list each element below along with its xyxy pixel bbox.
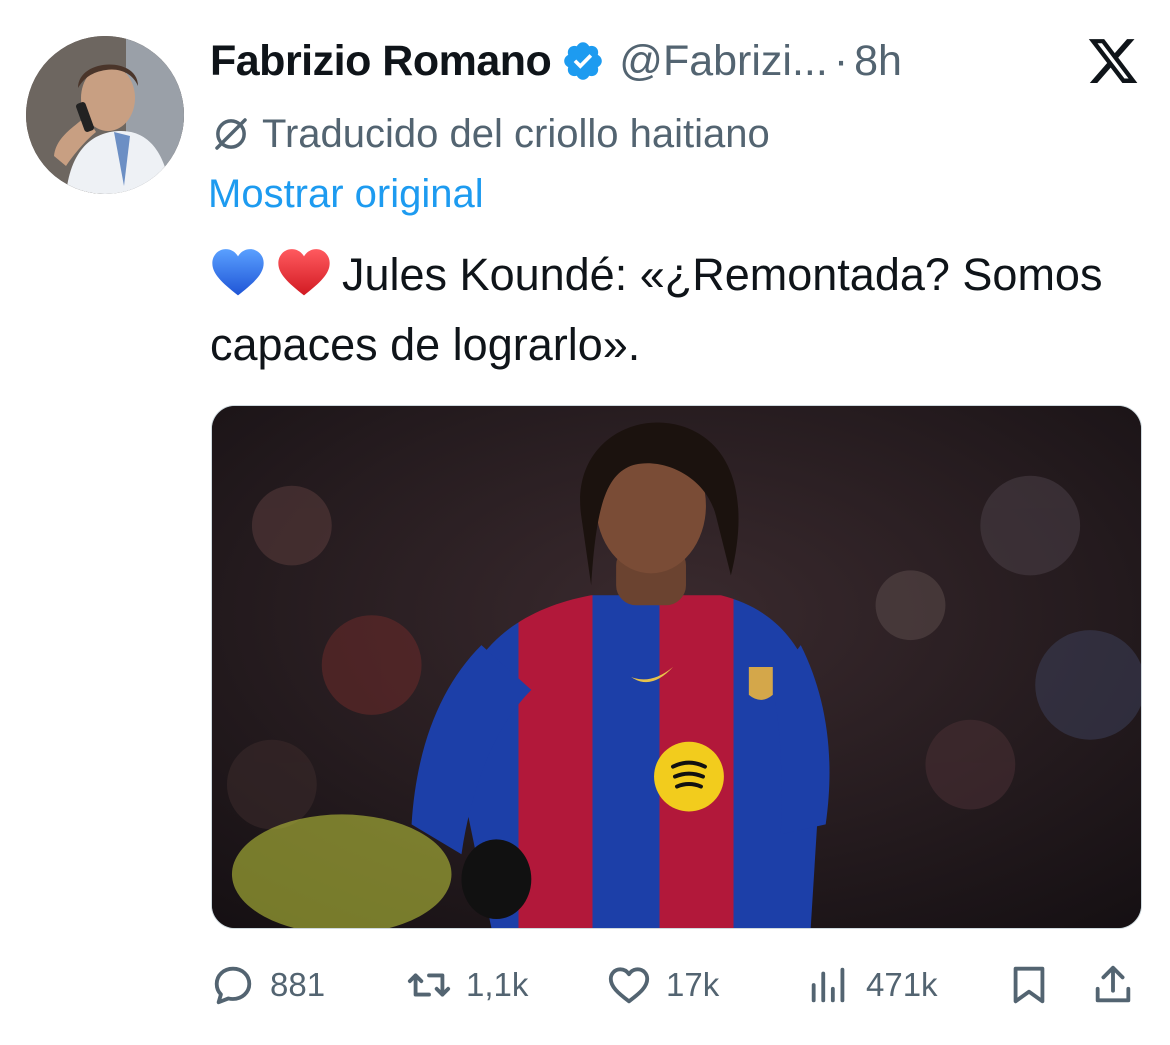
bookmark-icon [1013, 966, 1045, 1004]
blue-heart-icon [212, 249, 264, 296]
avatar-photo [26, 36, 184, 194]
verified-badge-icon[interactable] [561, 39, 605, 83]
separator-dot: · [833, 36, 849, 85]
tweet-media-photo[interactable] [211, 405, 1142, 929]
player-photo [212, 406, 1141, 928]
share-button[interactable] [1090, 955, 1136, 1015]
translation-notice: Traducido del criollo haitiano [210, 108, 770, 160]
views-button[interactable]: 471k [806, 955, 938, 1015]
heart-icon [608, 967, 650, 1004]
author-avatar[interactable] [26, 36, 184, 194]
reply-button[interactable]: 881 [210, 955, 325, 1015]
author-handle[interactable]: @Fabrizi... [619, 37, 828, 86]
red-heart-icon [278, 249, 330, 296]
views-chart-icon [811, 967, 845, 1003]
author-name[interactable]: Fabrizio Romano [210, 37, 552, 86]
tweet-header: Fabrizio Romano @Fabrizi... · 8h [210, 30, 1150, 92]
translation-notice-text: Traducido del criollo haitiano [262, 111, 770, 156]
tweet-body: Jules Koundé: «¿Remontada? Somos capaces… [210, 240, 1150, 380]
share-icon [1095, 965, 1131, 1003]
views-count: 471k [866, 966, 938, 1003]
reply-count: 881 [270, 966, 326, 1003]
show-original-link[interactable]: Mostrar original [208, 172, 484, 217]
retweet-button[interactable]: 1,1k [406, 955, 528, 1015]
tweet-text: Jules Koundé: «¿Remontada? Somos capaces… [210, 249, 1103, 370]
retweet-count: 1,1k [466, 966, 529, 1003]
retweet-icon [407, 973, 451, 997]
reply-icon [214, 966, 252, 1005]
x-logo-icon[interactable] [1086, 34, 1140, 88]
tweet-actions: 881 1,1k 17k 471k [210, 955, 1150, 1015]
like-button[interactable]: 17k [606, 955, 719, 1015]
like-count: 17k [666, 966, 720, 1003]
bookmark-button[interactable] [1006, 955, 1052, 1015]
tweet-timestamp[interactable]: 8h [854, 37, 902, 86]
translate-icon [215, 118, 247, 150]
